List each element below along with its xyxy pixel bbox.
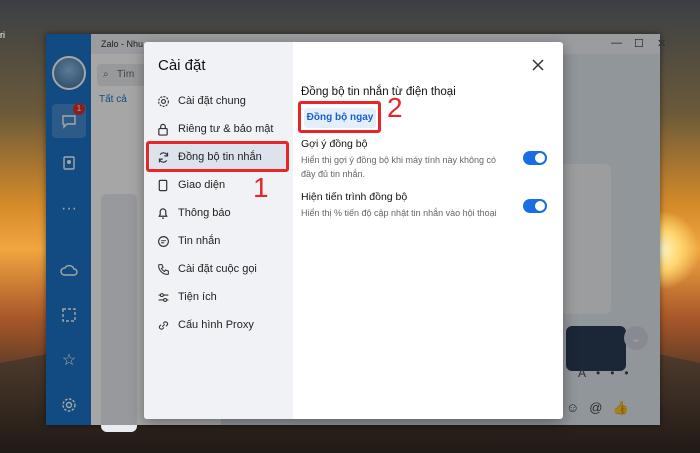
section-title: Đồng bộ tin nhắn từ điện thoại bbox=[301, 86, 456, 98]
close-dialog-button[interactable] bbox=[527, 54, 549, 76]
gear-icon bbox=[156, 94, 170, 108]
settings-nav: Cài đặt Cài đặt chung Riêng tư & bảo mật… bbox=[144, 42, 293, 419]
palette-icon bbox=[156, 178, 170, 192]
option-description: Hiển thị gợi ý đồng bộ khi máy tính này … bbox=[301, 155, 497, 179]
nav-label: Cài đặt cuộc gọi bbox=[178, 263, 257, 275]
marker-1: 1 bbox=[253, 172, 269, 203]
sliders-icon bbox=[156, 290, 170, 304]
nav-label: Tin nhắn bbox=[178, 235, 221, 247]
option-title: Gợi ý đồng bộ bbox=[301, 138, 368, 150]
nav-utilities[interactable]: Tiện ích bbox=[150, 283, 289, 311]
message-icon bbox=[156, 234, 170, 248]
lock-icon bbox=[156, 122, 170, 136]
nav-general[interactable]: Cài đặt chung bbox=[150, 87, 289, 115]
nav-label: Riêng tư & bảo mật bbox=[178, 123, 274, 135]
option-title: Hiện tiến trình đồng bộ bbox=[301, 191, 408, 203]
show-progress-toggle[interactable] bbox=[523, 199, 547, 213]
nav-messages[interactable]: Tin nhắn bbox=[150, 227, 289, 255]
settings-dialog: Cài đặt Cài đặt chung Riêng tư & bảo mật… bbox=[144, 42, 563, 419]
proxy-icon bbox=[156, 318, 170, 332]
dialog-title: Cài đặt bbox=[158, 57, 206, 74]
highlight-box-1 bbox=[146, 141, 289, 172]
nav-privacy[interactable]: Riêng tư & bảo mật bbox=[150, 115, 289, 143]
nav-proxy[interactable]: Cấu hình Proxy bbox=[150, 311, 289, 339]
option-description: Hiển thị % tiến độ cập nhật tin nhắn vào… bbox=[301, 208, 497, 218]
highlight-box-2 bbox=[298, 101, 381, 133]
nav-label: Cài đặt chung bbox=[178, 95, 246, 107]
nav-calls[interactable]: Cài đặt cuộc gọi bbox=[150, 255, 289, 283]
nav-label: Tiện ích bbox=[178, 291, 217, 303]
nav-label: Thông báo bbox=[178, 207, 231, 219]
nav-label: Giao diện bbox=[178, 179, 226, 191]
bell-icon bbox=[156, 206, 170, 220]
phone-icon bbox=[156, 262, 170, 276]
suggest-sync-toggle[interactable] bbox=[523, 151, 547, 165]
marker-2: 2 bbox=[387, 92, 403, 123]
desktop-corner-text: ri bbox=[0, 30, 5, 40]
nav-label: Cấu hình Proxy bbox=[178, 319, 254, 331]
